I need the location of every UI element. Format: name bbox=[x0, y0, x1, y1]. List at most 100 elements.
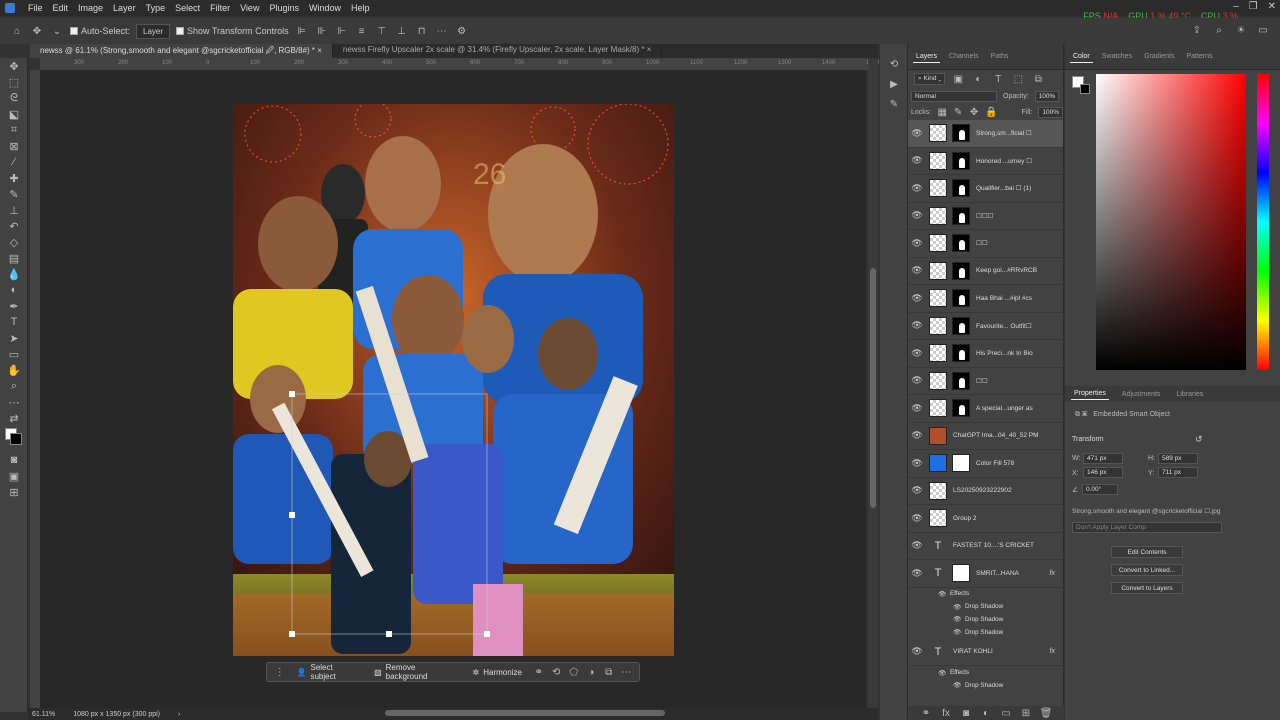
harmonize-button[interactable]: ✲ Harmonize bbox=[467, 666, 528, 679]
angle-input[interactable]: 0.00° bbox=[1082, 484, 1118, 495]
eye-icon[interactable]: 👁 bbox=[908, 540, 926, 551]
new-layer-icon[interactable]: ⊞ bbox=[1019, 706, 1033, 720]
layer-row[interactable]: 👁 ☐☐ bbox=[908, 230, 1063, 258]
layer-row[interactable]: 👁 Keep goi...#RRvRCB bbox=[908, 258, 1063, 285]
layer-row[interactable]: 👁 T VIRAT KOHLI fx bbox=[908, 639, 1063, 667]
tab-paths[interactable]: Paths bbox=[988, 51, 1012, 62]
home-icon[interactable]: ⌂ bbox=[10, 24, 24, 38]
crop-tool-icon[interactable]: ⌗ bbox=[0, 122, 28, 138]
eye-icon[interactable]: 👁 bbox=[908, 458, 926, 469]
filter-shape-icon[interactable]: ⬚ bbox=[1011, 72, 1025, 86]
add-mask-icon[interactable]: ◙ bbox=[959, 706, 973, 720]
eye-icon[interactable]: 👁 bbox=[908, 320, 926, 331]
group-icon[interactable]: ▭ bbox=[999, 706, 1013, 720]
layer-mask-thumbnail[interactable] bbox=[952, 344, 970, 363]
trash-icon[interactable]: 🗑 bbox=[1039, 706, 1053, 720]
link-icon[interactable]: ⚭ bbox=[919, 706, 933, 720]
layer-row[interactable]: 👁 Favourite... Outfit☐ bbox=[908, 313, 1063, 340]
frame-tool-icon[interactable]: ⊠ bbox=[0, 138, 28, 154]
layer-mask-thumbnail[interactable] bbox=[952, 206, 970, 225]
drag-handle-icon[interactable]: ⋮ bbox=[273, 665, 287, 679]
zoom-tool-icon[interactable]: ⌕ bbox=[0, 378, 28, 394]
tab-libraries[interactable]: Libraries bbox=[1173, 389, 1206, 400]
fill-swatch[interactable] bbox=[929, 454, 947, 473]
eye-icon[interactable]: 👁 bbox=[938, 669, 946, 677]
eye-icon[interactable]: 👁 bbox=[953, 681, 961, 689]
healing-tool-icon[interactable]: ✚ bbox=[0, 170, 28, 186]
move-tool-icon[interactable]: ✥ bbox=[0, 58, 28, 74]
screen-mode-icon[interactable]: ▣ bbox=[0, 468, 28, 484]
marquee-tool-icon[interactable]: ⬚ bbox=[0, 74, 28, 90]
tab-layers[interactable]: Layers bbox=[913, 51, 941, 63]
eye-icon[interactable]: 👁 bbox=[908, 293, 926, 304]
align-middle-icon[interactable]: ⊥ bbox=[395, 24, 409, 38]
swap-colors-icon[interactable]: ⇄ bbox=[0, 410, 28, 426]
convert-to-layers-button[interactable]: Convert to Layers bbox=[1111, 582, 1183, 594]
menu-edit[interactable]: Edit bbox=[48, 0, 74, 16]
layer-mask-thumbnail[interactable] bbox=[952, 371, 970, 390]
blend-mode-dropdown[interactable]: Normal bbox=[911, 90, 997, 102]
layer-row[interactable]: 👁 Group 2 bbox=[908, 505, 1063, 533]
layer-row[interactable]: 👁 A special...unger as bbox=[908, 395, 1063, 423]
hand-tool-icon[interactable]: ✋ bbox=[0, 362, 28, 378]
adjustment-icon[interactable]: ◐ bbox=[979, 706, 993, 720]
eye-icon[interactable]: 👁 bbox=[908, 183, 926, 194]
scroll-thumb[interactable] bbox=[870, 268, 876, 508]
layer-row[interactable]: 👁 Honored ...urney ☐ bbox=[908, 148, 1063, 175]
tab-properties[interactable]: Properties bbox=[1071, 388, 1109, 400]
layer-row[interactable]: 👁 LS20250923222902 bbox=[908, 478, 1063, 505]
menu-select[interactable]: Select bbox=[170, 0, 205, 16]
distribute-icon[interactable]: ≡ bbox=[355, 24, 369, 38]
reset-transform-icon[interactable]: ↺ bbox=[1195, 434, 1203, 445]
stamp-tool-icon[interactable]: ⊥ bbox=[0, 202, 28, 218]
layer-mask-thumbnail[interactable] bbox=[952, 261, 970, 280]
actions-panel-icon[interactable]: ▶ bbox=[880, 74, 908, 94]
layer-mask-thumbnail[interactable] bbox=[952, 151, 970, 170]
move-tool-icon[interactable]: ✥ bbox=[30, 24, 44, 38]
eye-icon[interactable]: 👁 bbox=[938, 590, 946, 598]
dodge-tool-icon[interactable]: ◐ bbox=[0, 282, 28, 298]
x-input[interactable]: 146 px bbox=[1083, 467, 1123, 478]
eye-icon[interactable]: 👁 bbox=[953, 628, 961, 636]
vertical-scrollbar[interactable] bbox=[868, 58, 878, 708]
layer-row[interactable]: 👁 ☐☐ bbox=[908, 368, 1063, 395]
edit-toolbar-icon[interactable]: ⊞ bbox=[0, 484, 28, 500]
eye-icon[interactable]: 👁 bbox=[908, 568, 926, 579]
layer-mask-thumbnail[interactable] bbox=[952, 316, 970, 335]
search-icon[interactable]: ⌕ bbox=[1212, 23, 1226, 37]
horizontal-scrollbar[interactable] bbox=[385, 710, 665, 716]
eyedropper-tool-icon[interactable]: ⁄ bbox=[0, 154, 28, 170]
lock-paint-icon[interactable]: ✎ bbox=[953, 105, 963, 119]
layer-mask-thumbnail[interactable] bbox=[952, 179, 970, 198]
edit-contents-button[interactable]: Edit Contents bbox=[1111, 546, 1183, 558]
menu-help[interactable]: Help bbox=[346, 0, 375, 16]
eraser-tool-icon[interactable]: ◇ bbox=[0, 234, 28, 250]
restore-icon[interactable]: ❐ bbox=[1249, 1, 1258, 12]
layer-mask-thumbnail[interactable] bbox=[952, 454, 970, 473]
fx-add-icon[interactable]: fx bbox=[939, 706, 953, 720]
bg-color-swatch[interactable] bbox=[1080, 84, 1090, 94]
workspace-icon[interactable]: ▭ bbox=[1256, 23, 1270, 37]
menu-file[interactable]: File bbox=[23, 0, 48, 16]
history-panel-icon[interactable]: ⟲ bbox=[880, 54, 908, 74]
shape-tool-icon[interactable]: ▭ bbox=[0, 346, 28, 362]
discover-icon[interactable]: ☀ bbox=[1234, 23, 1248, 37]
document-canvas[interactable]: 26 bbox=[233, 104, 674, 656]
color-swatches[interactable] bbox=[0, 426, 27, 452]
align-top-icon[interactable]: ⊤ bbox=[375, 24, 389, 38]
tab-patterns[interactable]: Patterns bbox=[1183, 51, 1215, 62]
eye-icon[interactable]: 👁 bbox=[908, 430, 926, 441]
brush-settings-icon[interactable]: ✎ bbox=[880, 94, 908, 114]
layer-row[interactable]: 👁 T SMRIT...HANA fx bbox=[908, 560, 1063, 588]
eye-icon[interactable]: 👁 bbox=[953, 603, 961, 611]
effect-item[interactable]: 👁 Drop Shadow bbox=[908, 679, 1063, 692]
layers-link-icon[interactable]: ⚭ bbox=[532, 665, 546, 679]
fx-icon[interactable]: fx bbox=[1050, 648, 1055, 655]
color-picker-field[interactable] bbox=[1096, 74, 1246, 370]
filter-smart-icon[interactable]: ⧉ bbox=[1031, 72, 1045, 86]
eye-icon[interactable]: 👁 bbox=[908, 375, 926, 386]
align-center-icon[interactable]: ⊪ bbox=[315, 24, 329, 38]
convert-to-linked-button[interactable]: Convert to Linked... bbox=[1111, 564, 1183, 576]
gear-icon[interactable]: ⚙ bbox=[455, 24, 469, 38]
tab-color[interactable]: Color bbox=[1070, 51, 1093, 63]
